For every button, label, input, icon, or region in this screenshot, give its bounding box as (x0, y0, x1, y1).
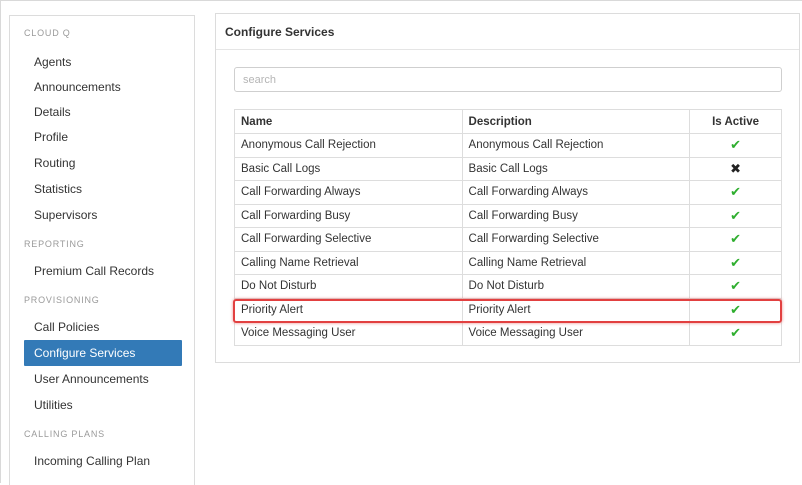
table-row[interactable]: Voice Messaging User Voice Messaging Use… (234, 321, 782, 346)
sidebar-item-agents[interactable]: Agents (24, 49, 182, 75)
active-status-cell: ✔ (689, 133, 782, 158)
service-description-cell: Calling Name Retrieval (461, 250, 691, 275)
sidebar-item-premium-call-records[interactable]: Premium Call Records (24, 258, 182, 284)
section-header-reporting: REPORTING (24, 239, 85, 249)
service-description-cell: Anonymous Call Rejection (461, 133, 691, 158)
check-icon: ✔ (730, 278, 741, 294)
section-header-provisioning: PROVISIONING (24, 295, 100, 305)
service-name-cell: Call Forwarding Always (234, 180, 463, 205)
service-name-cell: Call Forwarding Busy (234, 203, 463, 228)
check-icon: ✔ (730, 231, 741, 247)
table-row[interactable]: Do Not Disturb Do Not Disturb ✔ (234, 274, 782, 299)
service-description-cell: Priority Alert (461, 297, 691, 322)
service-name-cell: Priority Alert (234, 297, 463, 322)
sidebar-item-configure-services[interactable]: Configure Services (24, 340, 182, 366)
sidebar-item-supervisors[interactable]: Supervisors (24, 202, 182, 228)
service-description-cell: Call Forwarding Always (461, 180, 691, 205)
active-status-cell: ✔ (689, 250, 782, 275)
column-header-name[interactable]: Name (234, 109, 463, 134)
search-input[interactable] (234, 67, 782, 92)
service-description-cell: Do Not Disturb (461, 274, 691, 299)
active-status-cell: ✔ (689, 203, 782, 228)
active-status-cell: ✖ (689, 156, 782, 181)
x-icon: ✖ (730, 160, 741, 176)
table-row[interactable]: Basic Call Logs Basic Call Logs ✖ (234, 156, 782, 181)
column-header-description[interactable]: Description (461, 109, 691, 134)
sidebar-item-announcements[interactable]: Announcements (24, 74, 182, 100)
panel-title: Configure Services (216, 14, 799, 50)
service-description-cell: Call Forwarding Selective (461, 227, 691, 252)
table-row-highlighted[interactable]: Priority Alert Priority Alert ✔ (234, 297, 782, 322)
section-header-cloud-q: CLOUD Q (24, 28, 71, 38)
check-icon: ✔ (730, 184, 741, 200)
check-icon: ✔ (730, 137, 741, 153)
sidebar-item-user-announcements[interactable]: User Announcements (24, 366, 182, 392)
table-row[interactable]: Calling Name Retrieval Calling Name Retr… (234, 250, 782, 275)
active-status-cell: ✔ (689, 180, 782, 205)
service-name-cell: Basic Call Logs (234, 156, 463, 181)
sidebar-item-incoming-calling-plan[interactable]: Incoming Calling Plan (24, 448, 182, 474)
table-row[interactable]: Call Forwarding Busy Call Forwarding Bus… (234, 203, 782, 228)
column-header-is-active[interactable]: Is Active (689, 109, 782, 134)
active-status-cell: ✔ (689, 274, 782, 299)
service-description-cell: Voice Messaging User (461, 321, 691, 346)
service-name-cell: Call Forwarding Selective (234, 227, 463, 252)
sidebar-item-routing[interactable]: Routing (24, 150, 182, 176)
service-description-cell: Basic Call Logs (461, 156, 691, 181)
service-description-cell: Call Forwarding Busy (461, 203, 691, 228)
table-row[interactable]: Call Forwarding Selective Call Forwardin… (234, 227, 782, 252)
sidebar-item-statistics[interactable]: Statistics (24, 176, 182, 202)
service-name-cell: Anonymous Call Rejection (234, 133, 463, 158)
sidebar-item-call-policies[interactable]: Call Policies (24, 314, 182, 340)
active-status-cell: ✔ (689, 321, 782, 346)
app-frame: CLOUD Q Agents Announcements Details Pro… (0, 0, 802, 485)
check-icon: ✔ (730, 207, 741, 223)
table-row[interactable]: Call Forwarding Always Call Forwarding A… (234, 180, 782, 205)
services-table: Name Description Is Active Anonymous Cal… (234, 109, 782, 346)
sidebar-item-utilities[interactable]: Utilities (24, 392, 182, 418)
active-status-cell: ✔ (689, 297, 782, 322)
check-icon: ✔ (730, 325, 741, 341)
configure-services-panel: Configure Services Name Description Is A… (215, 13, 800, 363)
section-header-calling-plans: CALLING PLANS (24, 429, 105, 439)
sidebar-item-details[interactable]: Details (24, 99, 182, 125)
sidebar: CLOUD Q Agents Announcements Details Pro… (9, 15, 195, 485)
service-name-cell: Calling Name Retrieval (234, 250, 463, 275)
service-name-cell: Do Not Disturb (234, 274, 463, 299)
table-row[interactable]: Anonymous Call Rejection Anonymous Call … (234, 133, 782, 158)
sidebar-item-profile[interactable]: Profile (24, 124, 182, 150)
table-header-row: Name Description Is Active (234, 109, 782, 134)
service-name-cell: Voice Messaging User (234, 321, 463, 346)
check-icon: ✔ (730, 301, 741, 317)
check-icon: ✔ (730, 254, 741, 270)
active-status-cell: ✔ (689, 227, 782, 252)
